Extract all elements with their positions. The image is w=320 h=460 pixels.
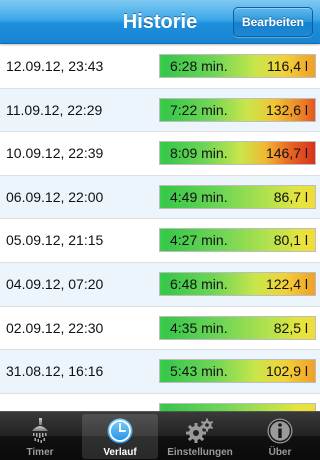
entry-duration: 4:35 min. xyxy=(170,319,228,336)
entry-duration: 8:09 min. xyxy=(170,145,228,162)
tab-label: Einstellungen xyxy=(167,447,233,458)
entry-duration: 6:48 min. xyxy=(170,275,228,292)
entry-volume: 80,1 l xyxy=(273,232,308,249)
list-item[interactable]: 04.09.12, 07:20 6:48 min. 122,4 l xyxy=(0,262,320,307)
entry-date: 04.09.12, 07:20 xyxy=(6,275,104,292)
history-list[interactable]: 12.09.12, 23:43 6:28 min. 116,4 l 11.09.… xyxy=(0,45,320,412)
consumption-bar: 6:28 min. 116,4 l xyxy=(159,54,316,78)
shower-icon xyxy=(32,418,48,443)
entry-volume: 116,4 l xyxy=(267,58,308,74)
tab-timer[interactable]: Timer xyxy=(0,412,80,460)
consumption-bar: 6:48 min. 122,4 l xyxy=(159,271,316,296)
consumption-bar: 4:35 min. 82,5 l xyxy=(159,315,316,340)
list-item[interactable] xyxy=(0,394,320,412)
list-item[interactable]: 12.09.12, 23:43 6:28 min. 116,4 l xyxy=(0,45,320,89)
entry-volume: 146,7 l xyxy=(265,145,308,162)
entry-date: 05.09.12, 21:15 xyxy=(6,232,104,249)
entry-volume: 86,7 l xyxy=(273,188,308,205)
entry-date: 11.09.12, 22:29 xyxy=(6,101,103,118)
clock-icon xyxy=(107,418,133,444)
tab-einstellungen[interactable]: Einstellungen xyxy=(160,412,240,460)
entry-volume: 82,5 l xyxy=(273,319,308,336)
tab-bar: Timer Verlauf Einstellungen Über xyxy=(0,411,320,460)
entry-date: 10.09.12, 22:39 xyxy=(6,145,104,162)
entry-date: 12.09.12, 23:43 xyxy=(6,58,104,74)
tab-verlauf[interactable]: Verlauf xyxy=(80,412,160,460)
list-item[interactable]: 31.08.12, 16:16 5:43 min. 102,9 l xyxy=(0,350,320,394)
tab-label: Timer xyxy=(26,447,54,458)
list-item[interactable]: 06.09.12, 22:00 4:49 min. 86,7 l xyxy=(0,175,320,220)
consumption-bar: 5:43 min. 102,9 l xyxy=(159,359,316,384)
entry-date: 31.08.12, 16:16 xyxy=(6,363,104,380)
entry-volume: 102,9 l xyxy=(265,363,308,380)
gears-icon xyxy=(186,418,214,443)
list-item[interactable]: 05.09.12, 21:15 4:27 min. 80,1 l xyxy=(0,219,320,263)
list-item[interactable]: 10.09.12, 22:39 8:09 min. 146,7 l xyxy=(0,132,320,176)
consumption-bar: 4:49 min. 86,7 l xyxy=(159,184,316,209)
entry-volume: 132,6 l xyxy=(265,101,308,118)
tab-label: Über xyxy=(268,447,292,458)
list-item[interactable]: 02.09.12, 22:30 4:35 min. 82,5 l xyxy=(0,307,320,351)
entry-duration: 4:27 min. xyxy=(170,232,228,249)
consumption-bar: 8:09 min. 146,7 l xyxy=(159,141,316,166)
entry-duration: 4:49 min. xyxy=(170,188,228,205)
entry-date: 02.09.12, 22:30 xyxy=(6,319,104,336)
entry-date: 06.09.12, 22:00 xyxy=(6,188,104,205)
tab-label: Verlauf xyxy=(103,447,137,458)
entry-duration: 7:22 min. xyxy=(170,101,228,118)
edit-button[interactable]: Bearbeiten xyxy=(232,7,313,37)
navigation-bar: Historie Bearbeiten xyxy=(0,0,320,44)
entry-volume: 122,4 l xyxy=(265,275,308,292)
entry-duration: 6:28 min. xyxy=(170,58,228,74)
list-item[interactable]: 11.09.12, 22:29 7:22 min. 132,6 l xyxy=(0,88,320,133)
tab-ueber[interactable]: Über xyxy=(240,412,320,460)
consumption-bar: 7:22 min. 132,6 l xyxy=(159,97,316,122)
entry-duration: 5:43 min. xyxy=(170,363,228,380)
info-icon xyxy=(267,418,293,444)
consumption-bar: 4:27 min. 80,1 l xyxy=(159,228,316,253)
